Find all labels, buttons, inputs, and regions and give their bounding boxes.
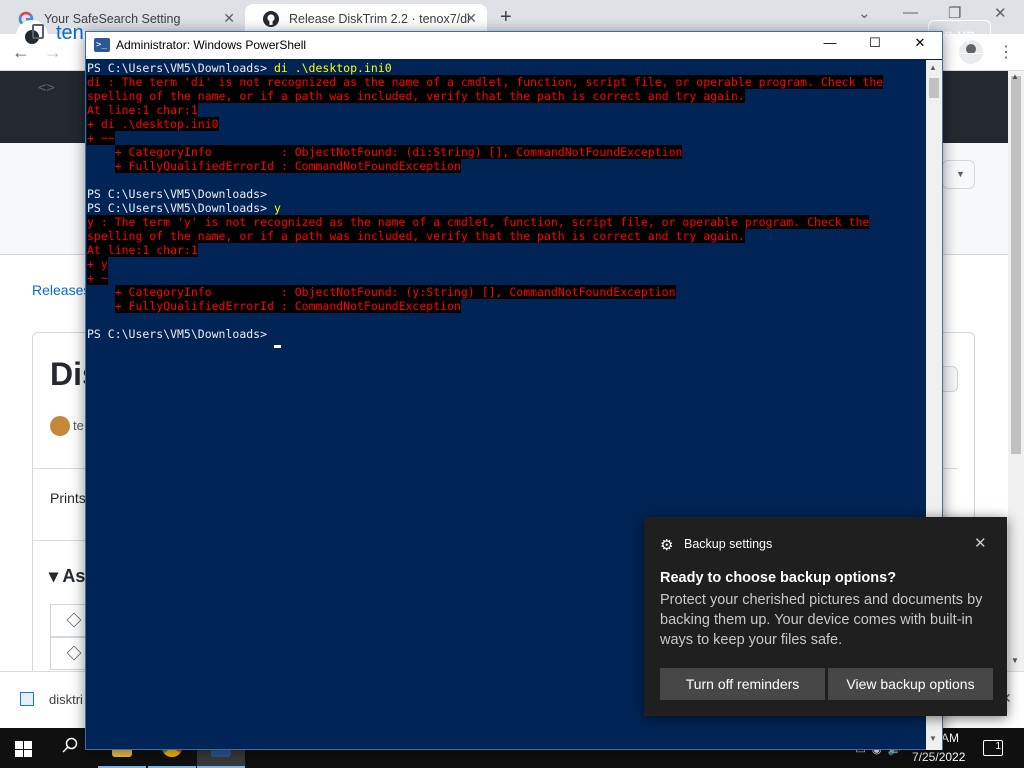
- page-scroll-thumb[interactable]: [1011, 76, 1021, 454]
- view-backup-options-button[interactable]: View backup options: [828, 668, 993, 700]
- assets-toggle[interactable]: ▾ As: [49, 566, 85, 587]
- console-indent: [87, 299, 115, 313]
- console-error-text: + CategoryInfo : ObjectNotFound: (y:Stri…: [114, 285, 676, 299]
- github-icon: [263, 11, 279, 27]
- console-indent: [87, 145, 115, 159]
- console-indent: [87, 159, 115, 173]
- console-scroll-thumb[interactable]: [929, 78, 939, 98]
- console-error-text: + FullyQualifiedErrorId : CommandNotFoun…: [114, 299, 461, 313]
- scroll-up-arrow-icon[interactable]: ▲: [929, 63, 937, 72]
- console-line: spelling of the name, or if a path was i…: [87, 229, 926, 243]
- start-button[interactable]: [15, 741, 32, 757]
- browser-menu-icon[interactable]: ⋮: [998, 42, 1014, 62]
- console-line: PS C:\Users\VM5\Downloads>: [87, 327, 926, 348]
- gear-icon: ⚙: [660, 537, 674, 554]
- tab-close-icon[interactable]: ✕: [223, 10, 235, 27]
- console-error-text: di : The term 'di' is not recognized as …: [87, 75, 884, 89]
- release-notes: Prints: [50, 490, 86, 506]
- console-line: y : The term 'y' is not recognized as th…: [87, 215, 926, 229]
- console-line: + FullyQualifiedErrorId : CommandNotFoun…: [87, 159, 926, 173]
- console-line: + di .\desktop.ini0: [87, 117, 926, 131]
- console-command: di .\desktop.ini0: [273, 61, 392, 75]
- new-tab-button[interactable]: +: [500, 6, 512, 29]
- console-error-text: + di .\desktop.ini0: [87, 117, 219, 131]
- file-icon: [20, 692, 34, 706]
- console-line: + FullyQualifiedErrorId : CommandNotFoun…: [87, 299, 926, 313]
- console-prompt: PS C:\Users\VM5\Downloads>: [87, 201, 274, 215]
- console-error-text: At line:1 char:1: [87, 103, 198, 117]
- console-line: + CategoryInfo : ObjectNotFound: (y:Stri…: [87, 285, 926, 299]
- console-error-text: + y: [87, 257, 108, 271]
- console-error-text: At line:1 char:1: [87, 243, 198, 257]
- notification-heading: Ready to choose backup options?: [660, 570, 897, 586]
- clock-date[interactable]: 7/25/2022: [912, 750, 965, 764]
- browser-close-button[interactable]: ✕: [994, 4, 1007, 22]
- author-avatar[interactable]: [50, 416, 70, 436]
- package-icon: [66, 645, 82, 661]
- author-name[interactable]: te: [73, 418, 84, 433]
- tab-close-icon[interactable]: ✕: [465, 10, 477, 27]
- tab-search-button[interactable]: ⌄: [858, 4, 871, 22]
- console-prompt: PS C:\Users\VM5\Downloads>: [87, 327, 274, 341]
- scroll-down-arrow-icon[interactable]: ▼: [1011, 656, 1019, 665]
- repo-owner-link[interactable]: ten: [56, 22, 84, 45]
- forward-arrow-icon[interactable]: →: [44, 42, 62, 63]
- clock-time[interactable]: AM: [941, 731, 959, 745]
- maximize-button[interactable]: ☐: [852, 35, 898, 57]
- repo-icon: [32, 24, 44, 39]
- close-icon[interactable]: ✕: [974, 534, 987, 552]
- window-title: Administrator: Windows PowerShell: [116, 38, 307, 52]
- console-error-text: spelling of the name, or if a path was i…: [87, 89, 745, 103]
- powershell-title-icon: >_: [94, 38, 110, 52]
- notification-app-name: Backup settings: [684, 537, 773, 551]
- tab-title: Release DiskTrim 2.2 · tenox7/dis: [289, 12, 469, 26]
- scroll-down-arrow-icon[interactable]: ▼: [929, 734, 937, 743]
- notification-body: Protect your cherished pictures and docu…: [660, 592, 983, 648]
- console-line: + ~: [87, 271, 926, 285]
- console-indent: [87, 285, 115, 299]
- package-icon: [66, 612, 82, 628]
- console-line: At line:1 char:1: [87, 103, 926, 117]
- console-line: + y: [87, 257, 926, 271]
- console-error-text: y : The term 'y' is not recognized as th…: [87, 215, 870, 229]
- console-line: At line:1 char:1: [87, 243, 926, 257]
- download-item[interactable]: disktri: [49, 692, 83, 707]
- browser-minimize-button[interactable]: —: [903, 4, 918, 21]
- console-line: + ~~: [87, 131, 926, 145]
- search-icon[interactable]: [62, 737, 78, 758]
- console-command: y: [273, 201, 281, 215]
- console-line: PS C:\Users\VM5\Downloads> y: [87, 201, 926, 215]
- powershell-titlebar[interactable]: >_ Administrator: Windows PowerShell — ☐…: [86, 32, 942, 59]
- scroll-up-arrow-icon[interactable]: ▲: [1011, 72, 1019, 81]
- action-center-icon[interactable]: 1: [983, 740, 1003, 756]
- console-line: spelling of the name, or if a path was i…: [87, 89, 926, 103]
- text-cursor: [273, 345, 281, 348]
- console-error-text: spelling of the name, or if a path was i…: [87, 229, 745, 243]
- close-button[interactable]: ✕: [897, 35, 943, 57]
- turn-off-reminders-button[interactable]: Turn off reminders: [660, 668, 825, 700]
- code-icon: <>: [38, 80, 55, 96]
- console-error-text: + CategoryInfo : ObjectNotFound: (di:Str…: [114, 145, 683, 159]
- minimize-button[interactable]: —: [807, 35, 853, 57]
- releases-breadcrumb[interactable]: Releases: [32, 282, 90, 298]
- console-prompt: PS C:\Users\VM5\Downloads>: [87, 61, 274, 75]
- backup-notification: ⚙ Backup settings ✕ Ready to choose back…: [644, 517, 1007, 716]
- console-prompt: PS C:\Users\VM5\Downloads>: [87, 187, 268, 201]
- chevron-down-icon[interactable]: ▼: [942, 160, 975, 189]
- console-line: PS C:\Users\VM5\Downloads> di .\desktop.…: [87, 61, 926, 75]
- console-line: di : The term 'di' is not recognized as …: [87, 75, 926, 89]
- browser-tab-release[interactable]: Release DiskTrim 2.2 · tenox7/dis ✕: [245, 4, 487, 34]
- console-error-text: + FullyQualifiedErrorId : CommandNotFoun…: [114, 159, 461, 173]
- console-error-text: + ~~: [87, 131, 115, 145]
- console-error-text: + ~: [87, 271, 108, 285]
- browser-tab-bar: Your SafeSearch Setting ✕ Release DiskTr…: [0, 0, 1024, 34]
- console-line: PS C:\Users\VM5\Downloads>: [87, 187, 926, 201]
- console-line: + CategoryInfo : ObjectNotFound: (di:Str…: [87, 145, 926, 159]
